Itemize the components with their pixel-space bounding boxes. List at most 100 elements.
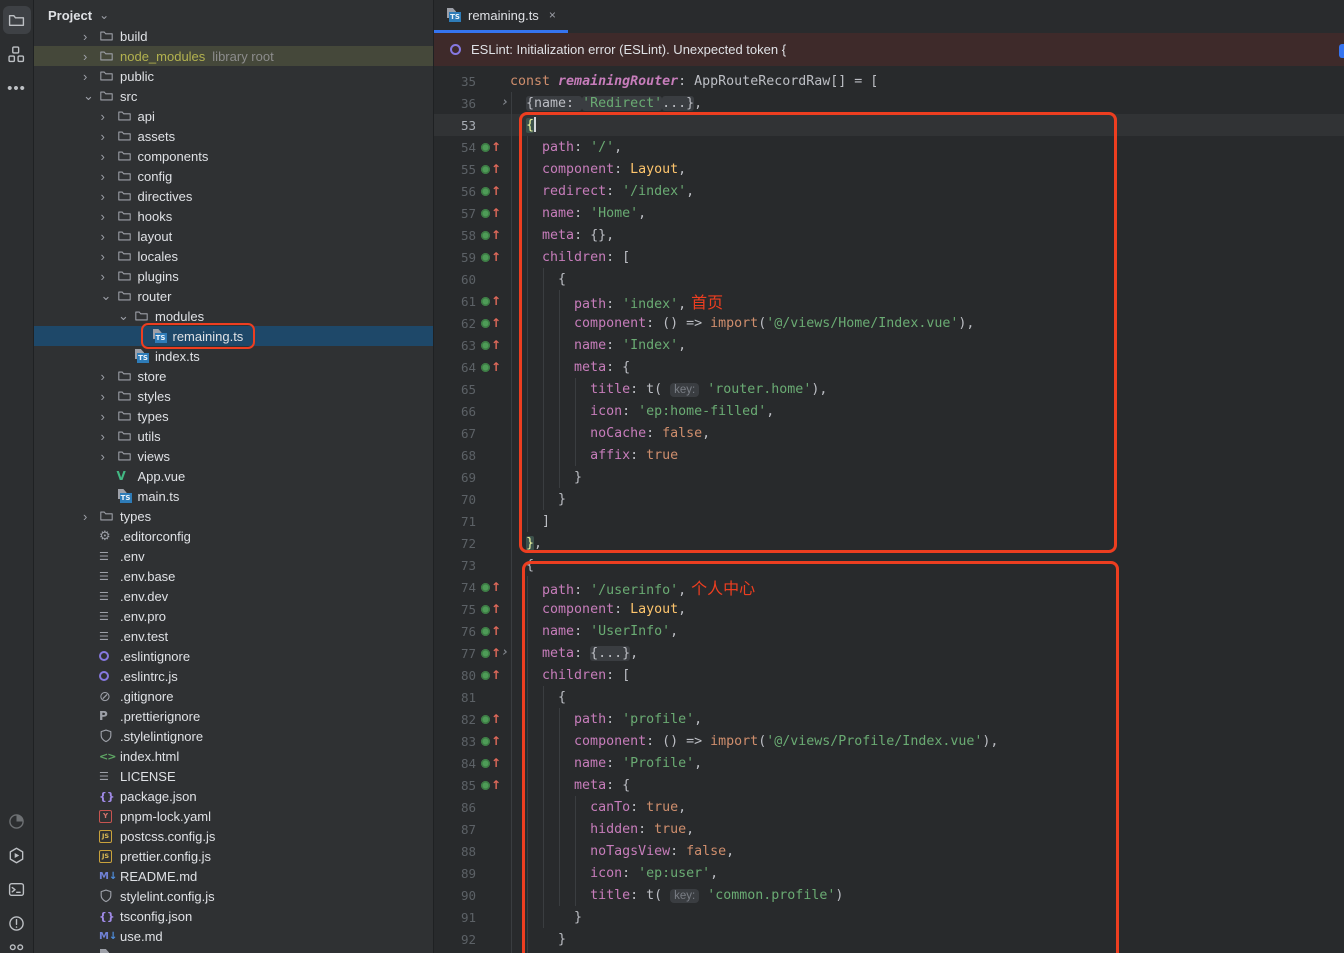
project-panel-header[interactable]: Project ⌄: [34, 0, 433, 30]
tree-item-public[interactable]: ›public: [34, 66, 433, 86]
chevron-right-icon[interactable]: ›: [80, 49, 99, 64]
gutter-arrow-icon[interactable]: ↑: [491, 713, 501, 725]
close-tab-icon[interactable]: ×: [549, 8, 556, 22]
tree-item-assets[interactable]: ›assets: [34, 126, 433, 146]
gutter-marker-icon[interactable]: [481, 165, 490, 174]
tree-item-pnpm-lock.yaml[interactable]: Ypnpm-lock.yaml: [34, 806, 433, 826]
tree-item-.prettierignore[interactable]: P.prettierignore: [34, 706, 433, 726]
chevron-down-icon[interactable]: ⌄: [115, 308, 134, 324]
tree-item-directives[interactable]: ›directives: [34, 186, 433, 206]
chevron-down-icon[interactable]: ⌄: [80, 88, 99, 104]
gutter-arrow-icon[interactable]: ↑: [491, 295, 501, 307]
tree-item-.env.dev[interactable]: ☰.env.dev: [34, 586, 433, 606]
fold-chevron-icon[interactable]: ›: [501, 645, 509, 660]
tree-item-readme.md[interactable]: M↓README.md: [34, 866, 433, 886]
gutter-marker-icon[interactable]: [481, 143, 490, 152]
tree-item-node-modules[interactable]: ›node_moduleslibrary root: [34, 46, 433, 66]
gutter-marker-icon[interactable]: [481, 297, 490, 306]
chevron-right-icon[interactable]: ›: [98, 129, 117, 144]
gutter-arrow-icon[interactable]: ↑: [491, 163, 501, 175]
tree-item-config[interactable]: ›config: [34, 166, 433, 186]
chevron-right-icon[interactable]: ›: [98, 209, 117, 224]
chevron-right-icon[interactable]: ›: [98, 169, 117, 184]
gutter-arrow-icon[interactable]: ↑: [491, 603, 501, 615]
terminal-icon[interactable]: [3, 875, 31, 903]
tree-item-index.html[interactable]: <>index.html: [34, 746, 433, 766]
tree-item-hooks[interactable]: ›hooks: [34, 206, 433, 226]
chevron-right-icon[interactable]: ›: [98, 369, 117, 384]
gutter-arrow-icon[interactable]: ↑: [491, 207, 501, 219]
gutter-arrow-icon[interactable]: ↑: [491, 735, 501, 747]
code-line-36[interactable]: 36› {name: 'Redirect'...},: [434, 92, 1344, 114]
gutter-arrow-icon[interactable]: ↑: [491, 757, 501, 769]
tree-item-stylelint.config.js[interactable]: stylelint.config.js: [34, 886, 433, 906]
gutter-marker-icon[interactable]: [481, 649, 490, 658]
tree-item-views[interactable]: ›views: [34, 446, 433, 466]
tree-item-.env.base[interactable]: ☰.env.base: [34, 566, 433, 586]
tree-item-plugins[interactable]: ›plugins: [34, 266, 433, 286]
tree-item-tsconfig.json[interactable]: {}tsconfig.json: [34, 906, 433, 926]
gutter-marker-icon[interactable]: [481, 231, 490, 240]
tree-item-postcss.config.js[interactable]: JSpostcss.config.js: [34, 826, 433, 846]
gutter-marker-icon[interactable]: [481, 759, 490, 768]
tree-item-use.md[interactable]: M↓use.md: [34, 926, 433, 946]
tree-item-api[interactable]: ›api: [34, 106, 433, 126]
chevron-right-icon[interactable]: ›: [98, 269, 117, 284]
project-folder-icon[interactable]: [3, 6, 31, 34]
gutter-marker-icon[interactable]: [481, 209, 490, 218]
banner-action-button[interactable]: [1339, 44, 1344, 58]
gutter-arrow-icon[interactable]: ↑: [491, 317, 501, 329]
gutter-marker-icon[interactable]: [481, 605, 490, 614]
gutter-marker-icon[interactable]: [481, 583, 490, 592]
gutter-arrow-icon[interactable]: ↑: [491, 779, 501, 791]
tree-item-store[interactable]: ›store: [34, 366, 433, 386]
gutter-arrow-icon[interactable]: ↑: [491, 229, 501, 241]
chevron-down-icon[interactable]: ⌄: [98, 288, 117, 304]
gutter-marker-icon[interactable]: [481, 187, 490, 196]
tree-item-.editorconfig[interactable]: ⚙.editorconfig: [34, 526, 433, 546]
chevron-right-icon[interactable]: ›: [98, 249, 117, 264]
chevron-right-icon[interactable]: ›: [98, 189, 117, 204]
tree-item-license[interactable]: ☰LICENSE: [34, 766, 433, 786]
version-control-icon[interactable]: [3, 943, 31, 953]
gutter-marker-icon[interactable]: [481, 671, 490, 680]
gutter-marker-icon[interactable]: [481, 319, 490, 328]
gutter-arrow-icon[interactable]: ↑: [491, 141, 501, 153]
tree-item-components[interactable]: ›components: [34, 146, 433, 166]
tree-item-src[interactable]: ⌄src: [34, 86, 433, 106]
gutter-arrow-icon[interactable]: ↑: [491, 361, 501, 373]
gutter-arrow-icon[interactable]: ↑: [491, 625, 501, 637]
tree-item-index.ts[interactable]: TSindex.ts: [34, 346, 433, 366]
profiler-icon[interactable]: [3, 807, 31, 835]
tree-item-utils[interactable]: ›utils: [34, 426, 433, 446]
gutter-marker-icon[interactable]: [481, 715, 490, 724]
tree-item-.gitignore[interactable]: ⊘.gitignore: [34, 686, 433, 706]
chevron-right-icon[interactable]: ›: [80, 509, 99, 524]
gutter-arrow-icon[interactable]: ↑: [491, 339, 501, 351]
tree-item-partial[interactable]: TS: [34, 946, 433, 953]
gutter-marker-icon[interactable]: [481, 363, 490, 372]
tree-item-styles[interactable]: ›styles: [34, 386, 433, 406]
chevron-right-icon[interactable]: ›: [98, 409, 117, 424]
chevron-right-icon[interactable]: ›: [98, 109, 117, 124]
tree-item-router[interactable]: ⌄router: [34, 286, 433, 306]
gutter-marker-icon[interactable]: [481, 781, 490, 790]
gutter-marker-icon[interactable]: [481, 253, 490, 262]
fold-chevron-icon[interactable]: ›: [501, 95, 509, 110]
tree-item-types[interactable]: ›types: [34, 506, 433, 526]
chevron-right-icon[interactable]: ›: [80, 29, 99, 44]
tree-item-.env.pro[interactable]: ☰.env.pro: [34, 606, 433, 626]
tree-item-.env.test[interactable]: ☰.env.test: [34, 626, 433, 646]
tree-item-prettier.config.js[interactable]: JSprettier.config.js: [34, 846, 433, 866]
chevron-right-icon[interactable]: ›: [98, 429, 117, 444]
gutter-marker-icon[interactable]: [481, 627, 490, 636]
gutter-arrow-icon[interactable]: ↑: [491, 251, 501, 263]
gutter-arrow-icon[interactable]: ↑: [491, 669, 501, 681]
services-icon[interactable]: [3, 841, 31, 869]
tree-item-types[interactable]: ›types: [34, 406, 433, 426]
code-line-35[interactable]: 35const remainingRouter: AppRouteRecordR…: [434, 70, 1344, 92]
chevron-right-icon[interactable]: ›: [98, 149, 117, 164]
tree-item-package.json[interactable]: {}package.json: [34, 786, 433, 806]
tab-remaining-ts[interactable]: TS remaining.ts ×: [434, 0, 568, 33]
problems-icon[interactable]: [3, 909, 31, 937]
